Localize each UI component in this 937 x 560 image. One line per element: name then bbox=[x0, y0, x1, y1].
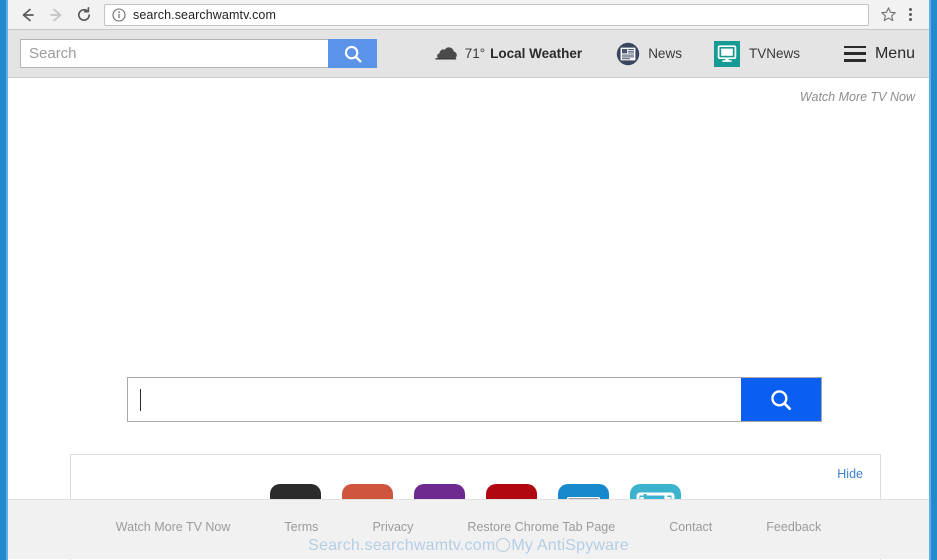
watch-more-tv-now-top-link[interactable]: Watch More TV Now bbox=[800, 90, 915, 104]
main-search-box bbox=[127, 377, 822, 422]
browser-chrome: search.searchwamtv.com bbox=[8, 0, 929, 30]
toolbar-search-button[interactable] bbox=[328, 39, 377, 68]
footer-link-feedback[interactable]: Feedback bbox=[739, 520, 848, 534]
forward-arrow-icon bbox=[47, 6, 65, 24]
main-search-input[interactable] bbox=[128, 378, 741, 421]
toolbar-search-group bbox=[20, 39, 377, 68]
magnifier-icon bbox=[768, 387, 794, 413]
main-search-button[interactable] bbox=[741, 378, 821, 421]
frame-edge-right bbox=[929, 0, 937, 560]
three-dot-menu-icon[interactable] bbox=[897, 2, 923, 28]
footer-links: Watch More TV Now Terms Privacy Restore … bbox=[8, 500, 929, 534]
toolbar-news-label: News bbox=[648, 46, 682, 61]
newspaper-icon bbox=[616, 42, 640, 66]
tv-monitor-icon bbox=[714, 41, 740, 67]
back-button[interactable] bbox=[14, 2, 42, 28]
watermark-source: My AntiSpyware bbox=[511, 537, 629, 554]
bookmark-star-icon[interactable] bbox=[879, 6, 897, 24]
screenshot-frame: search.searchwamtv.com bbox=[0, 0, 937, 560]
magnifier-icon bbox=[342, 43, 364, 65]
reload-button[interactable] bbox=[70, 2, 98, 28]
cloud-icon bbox=[433, 46, 459, 62]
watermark-site: Search.searchwamtv.com bbox=[308, 537, 495, 554]
hamburger-icon bbox=[844, 46, 866, 62]
footer-link-contact[interactable]: Contact bbox=[642, 520, 739, 534]
weather-label: Local Weather bbox=[490, 46, 582, 61]
weather-temperature: 71° bbox=[465, 46, 485, 61]
site-toolbar: 71° Local Weather bbox=[8, 30, 929, 78]
address-bar-url: search.searchwamtv.com bbox=[133, 8, 276, 22]
forward-button[interactable] bbox=[42, 2, 70, 28]
footer-link-watch-more-tv-now[interactable]: Watch More TV Now bbox=[89, 520, 258, 534]
hide-shortcuts-link[interactable]: Hide bbox=[837, 467, 863, 481]
toolbar-item-news[interactable]: News bbox=[610, 30, 688, 78]
toolbar-search-input[interactable] bbox=[20, 39, 328, 68]
browser-viewport: search.searchwamtv.com bbox=[8, 0, 929, 560]
watermark: Search.searchwamtv.com My AntiSpyware bbox=[8, 537, 929, 555]
reload-icon bbox=[75, 6, 93, 24]
frame-edge-left bbox=[0, 0, 8, 560]
text-caret bbox=[140, 389, 141, 411]
toolbar-item-tvnews[interactable]: TVNews bbox=[708, 30, 806, 78]
toolbar-menu-label: Menu bbox=[875, 45, 915, 63]
footer-link-restore-chrome-tab-page[interactable]: Restore Chrome Tab Page bbox=[440, 520, 642, 534]
back-arrow-icon bbox=[19, 6, 37, 24]
footer-link-privacy[interactable]: Privacy bbox=[345, 520, 440, 534]
toolbar-item-menu[interactable]: Menu bbox=[838, 30, 921, 78]
address-bar[interactable]: search.searchwamtv.com bbox=[104, 4, 869, 26]
toolbar-tvnews-label: TVNews bbox=[749, 46, 800, 61]
info-circle-icon[interactable] bbox=[112, 8, 126, 22]
page-footer: Watch More TV Now Terms Privacy Restore … bbox=[8, 499, 929, 559]
at-symbol-icon bbox=[496, 538, 510, 552]
page-content: Watch More TV Now Hide bbox=[8, 78, 929, 559]
toolbar-item-local-weather[interactable]: 71° Local Weather bbox=[427, 30, 588, 78]
footer-link-terms[interactable]: Terms bbox=[257, 520, 345, 534]
